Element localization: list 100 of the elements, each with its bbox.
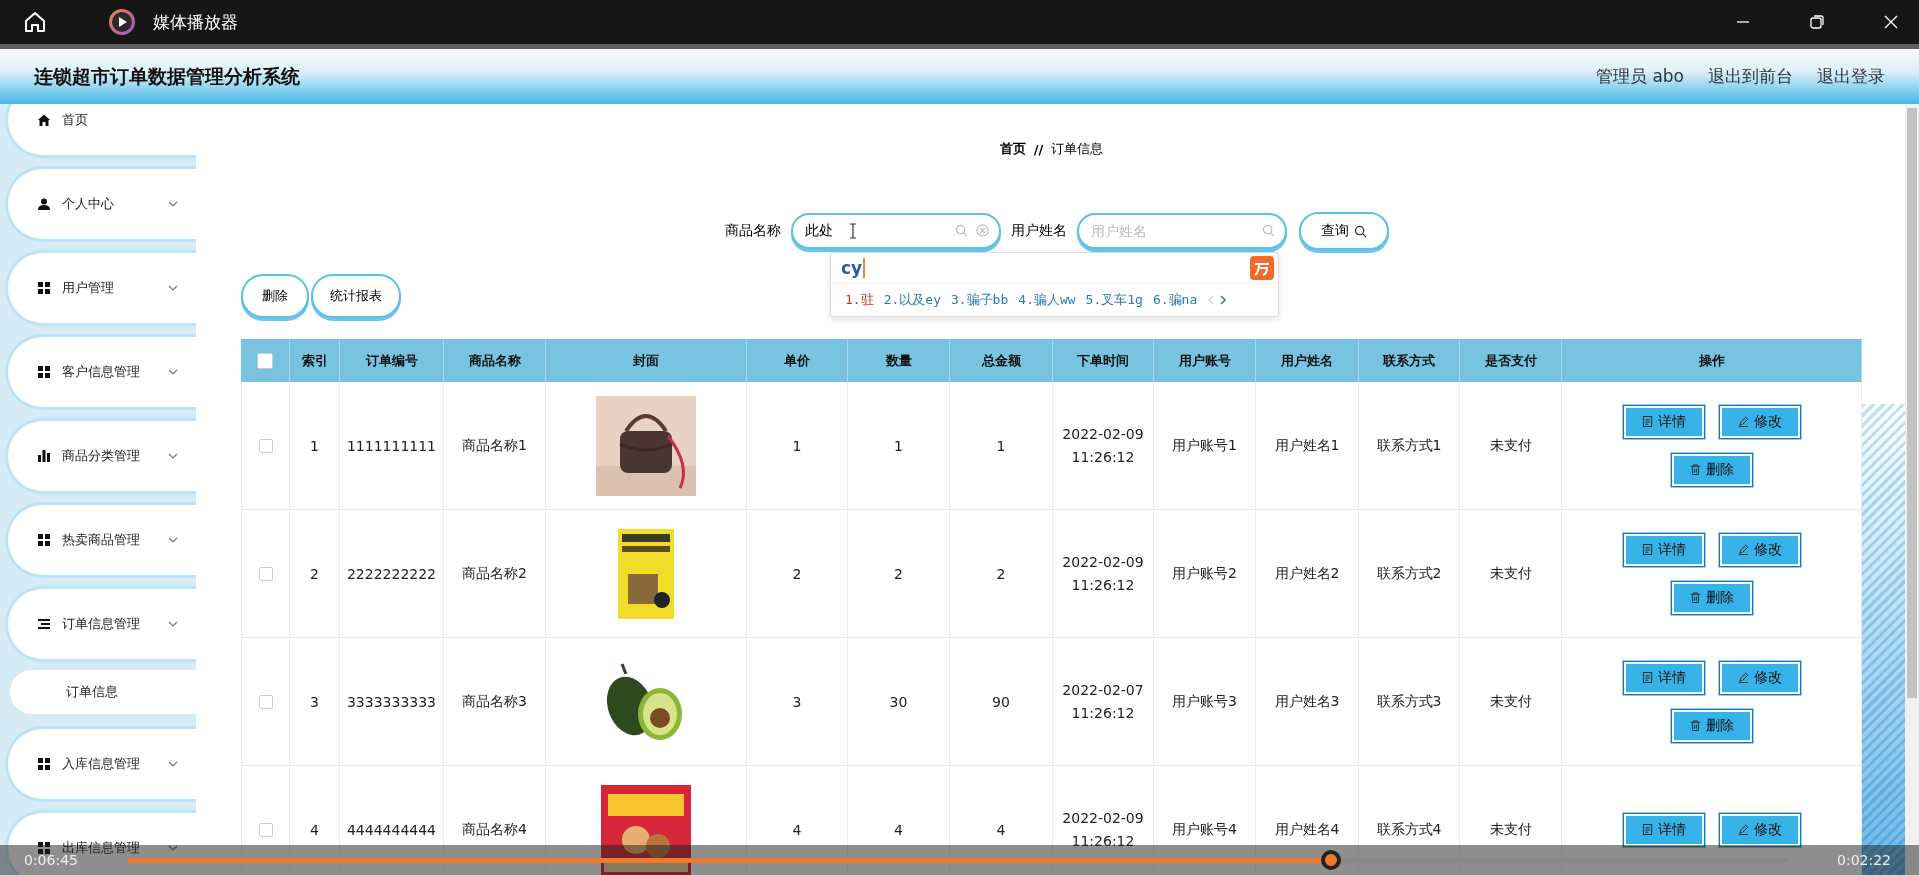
detail-button[interactable]: 详情	[1622, 532, 1705, 567]
table-cell-text: 2022-02-09 11:26:12	[1062, 425, 1144, 467]
sidebar-item[interactable]: 入库信息管理	[5, 726, 196, 802]
table-cell: 30	[889, 693, 908, 710]
edit-button[interactable]: 修改	[1718, 812, 1801, 847]
sidebar-item[interactable]: 订单信息管理	[5, 586, 196, 662]
column-header: 下单时间	[1077, 351, 1129, 370]
toolbar-button[interactable]: 删除	[241, 274, 309, 318]
grid-icon	[38, 534, 50, 546]
chevron-down-icon	[168, 285, 178, 291]
delete-button[interactable]: 删除	[1670, 708, 1753, 743]
table-cell: 商品名称3	[462, 692, 527, 711]
grid-icon	[38, 758, 50, 770]
search-field[interactable]: 用户姓名	[1076, 213, 1287, 249]
field-label: 商品名称	[724, 222, 781, 240]
edit-button[interactable]: 修改	[1718, 404, 1801, 439]
column-header: 用户账号	[1178, 351, 1231, 370]
scrollbar-thumb[interactable]	[1907, 108, 1917, 698]
table-cell: 90	[992, 693, 1010, 710]
ime-candidate[interactable]: 2.以及ey	[883, 291, 941, 309]
table-cell: 1	[792, 437, 802, 454]
table-cell: 3	[310, 693, 319, 710]
ime-candidate[interactable]: 5.叉车1g	[1085, 291, 1143, 309]
search-field[interactable]: 此处	[790, 213, 1001, 249]
sidebar-item[interactable]: 客户信息管理	[5, 334, 196, 410]
chevron-down-icon	[168, 201, 178, 207]
chevron-down-icon	[168, 369, 178, 375]
row-checkbox[interactable]	[258, 566, 273, 581]
edit-button[interactable]: 修改	[1718, 532, 1801, 567]
header-link[interactable]: 退出登录	[1817, 65, 1885, 88]
person-icon	[38, 198, 50, 210]
edit-button[interactable]: 修改	[1718, 660, 1801, 695]
sidebar-subitem[interactable]: 订单信息	[10, 670, 196, 714]
trash-icon	[1689, 592, 1701, 603]
pencil-icon	[1737, 544, 1749, 555]
sidebar-item[interactable]: 个人中心	[5, 166, 196, 242]
trash-icon	[1689, 464, 1701, 475]
table-cell: 用户账号3	[1172, 692, 1237, 711]
breadcrumb-item[interactable]: 首页	[999, 140, 1026, 158]
clear-icon[interactable]	[975, 224, 989, 237]
table-cell: 用户姓名1	[1274, 436, 1340, 455]
chevron-down-icon	[168, 621, 178, 627]
search-button[interactable]: 查询	[1298, 212, 1389, 250]
ime-candidate[interactable]: 4.骗人ww	[1018, 291, 1076, 309]
table-cell: 1	[996, 437, 1006, 454]
table-cell: 用户账号2	[1172, 564, 1237, 583]
pencil-icon	[1737, 416, 1749, 427]
table-cell: 用户姓名2	[1274, 564, 1340, 583]
select-all-checkbox[interactable]	[257, 352, 273, 369]
detail-button[interactable]: 详情	[1622, 404, 1705, 439]
sidebar-item[interactable]: 热卖商品管理	[5, 502, 196, 578]
column-header: 索引	[301, 351, 328, 370]
column-header: 用户姓名	[1281, 351, 1333, 370]
ime-logo-icon	[1250, 256, 1274, 280]
chevron-down-icon	[168, 537, 178, 543]
ime-candidate[interactable]: 6.骗na	[1152, 291, 1198, 309]
row-checkbox[interactable]	[258, 694, 273, 709]
table-cell: 4	[792, 821, 802, 838]
table-cell: 4	[894, 821, 903, 838]
chevron-down-icon	[168, 761, 178, 767]
table-cell: 用户姓名3	[1274, 692, 1340, 711]
detail-button[interactable]: 详情	[1622, 812, 1705, 847]
header-link[interactable]: 退出到前台	[1708, 65, 1793, 88]
remaining-time: 0:02:22	[1837, 852, 1891, 868]
table-cell: 2222222222	[346, 565, 437, 582]
row-checkbox[interactable]	[258, 438, 273, 453]
delete-button[interactable]: 删除	[1670, 580, 1753, 615]
toolbar-button[interactable]: 统计报表	[311, 274, 401, 318]
maximize-icon[interactable]	[1809, 14, 1825, 30]
column-header: 封面	[633, 351, 659, 370]
ime-candidate[interactable]: 3.骗子bb	[950, 291, 1009, 309]
ime-candidate[interactable]: 1.驻	[845, 291, 874, 309]
row-checkbox[interactable]	[258, 822, 273, 837]
table-cell: 3	[792, 693, 802, 710]
column-header: 商品名称	[468, 351, 521, 370]
table-cell: 未支付	[1489, 564, 1532, 583]
home-icon[interactable]	[23, 10, 47, 34]
grid-icon	[38, 366, 50, 378]
table-cell: 4	[996, 821, 1006, 838]
sidebar-item[interactable]: 用户管理	[5, 250, 196, 326]
table-cell: 2	[996, 565, 1006, 582]
play-icon	[108, 8, 136, 36]
table-cell: 商品名称2	[462, 564, 527, 583]
list-icon	[38, 618, 50, 630]
detail-button[interactable]: 详情	[1622, 660, 1705, 695]
field-label: 用户姓名	[1010, 222, 1067, 240]
column-header: 联系方式	[1383, 351, 1435, 370]
trash-icon	[1689, 720, 1701, 731]
sidebar-item[interactable]: 首页	[5, 104, 196, 158]
table-cell: 1	[894, 437, 903, 454]
search-icon	[1261, 224, 1275, 237]
delete-button[interactable]: 删除	[1670, 452, 1753, 487]
document-icon	[1641, 544, 1653, 555]
table-cell: 2	[894, 565, 903, 582]
column-header: 是否支付	[1484, 351, 1537, 370]
table-cell: 2	[310, 565, 319, 582]
table-cell: 未支付	[1489, 692, 1532, 711]
sidebar-item[interactable]: 商品分类管理	[5, 418, 196, 494]
pencil-icon	[1737, 672, 1749, 683]
close-icon[interactable]	[1883, 14, 1899, 30]
